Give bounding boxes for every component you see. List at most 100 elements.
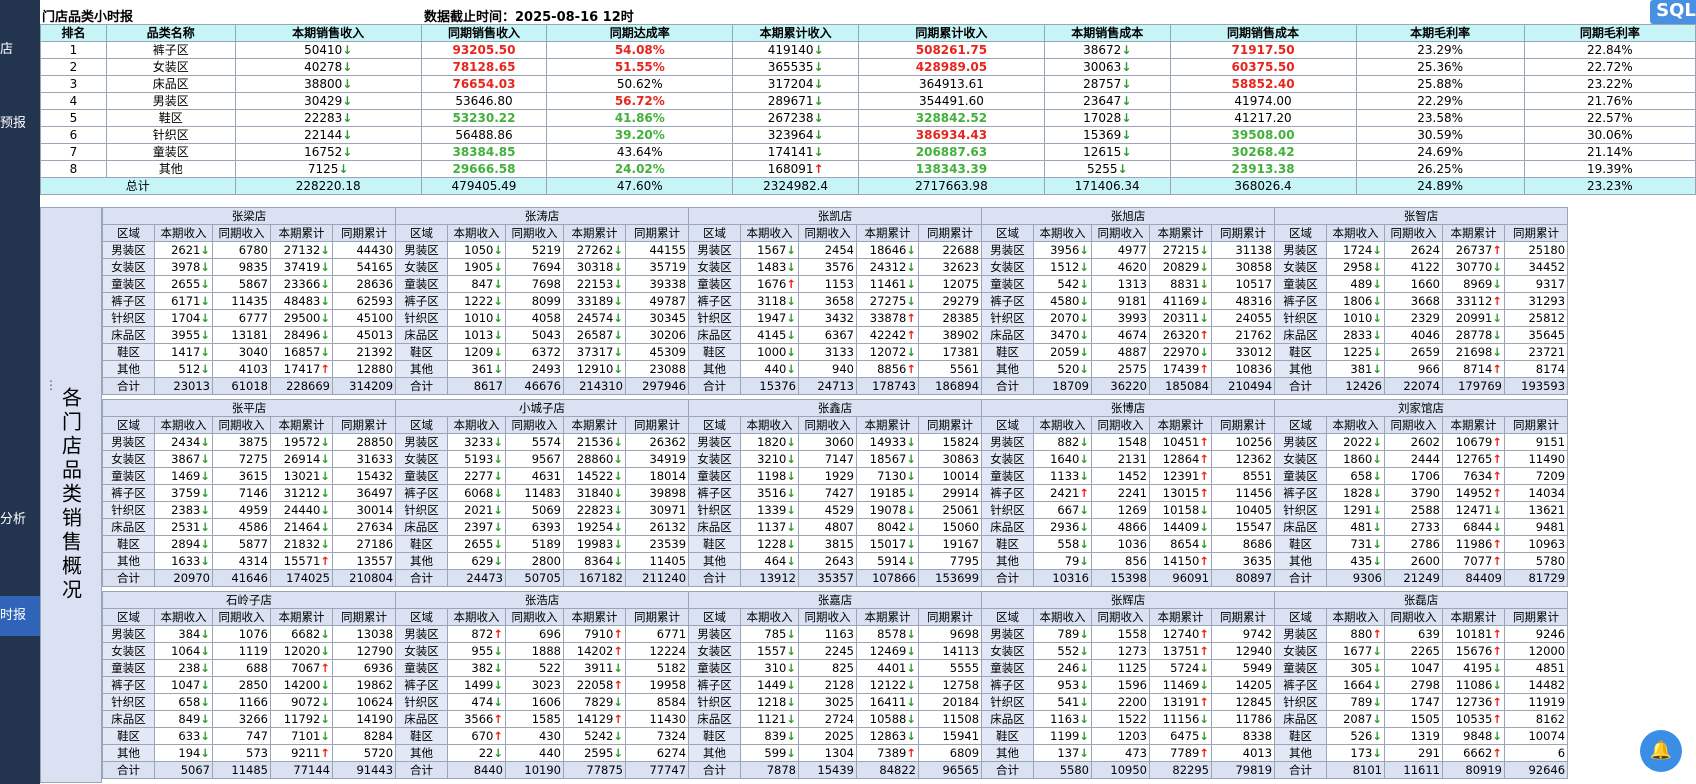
sidebar-item-0[interactable]: 店 <box>0 41 40 59</box>
store-table: 张浩店 区域 本期收入 同期收入 本期累计 同期累计 男装区 872↑ 696 7910↑ 6771… <box>394 591 690 779</box>
cell-value: 174025 <box>286 571 330 585</box>
store-sum-row: 合计 15376 24713 178743 186894 <box>688 377 983 395</box>
cell-value: 鞋区 <box>117 537 140 551</box>
cell-value: 20970 <box>173 571 210 585</box>
arrow-down-icon: ↓ <box>613 362 623 376</box>
arrow-down-icon: ↓ <box>1492 661 1502 675</box>
cell-value: 10517 <box>1235 277 1273 291</box>
cell-value: 785 <box>764 627 787 641</box>
cell-value: 2602 <box>1410 435 1440 449</box>
notification-bell-icon[interactable]: 🔔 <box>1640 730 1682 772</box>
cell-value: 940 <box>832 362 854 376</box>
cell-value: 50.62% <box>616 77 663 91</box>
cell-value: 22283 <box>304 111 343 125</box>
store-row: 女装区 1064↓ 1119 12020↓ 12790 <box>102 642 397 660</box>
cell-value: 4013 <box>1242 746 1273 760</box>
store-row: 男装区 1567↓ 2454 18646↓ 22688 <box>688 241 983 259</box>
store-row: 女装区 5193↓ 9567 28860↓ 34919 <box>395 450 690 468</box>
sql-button[interactable]: SQL <box>1650 0 1696 24</box>
cell-value: 23088 <box>649 362 687 376</box>
cell-value: 女装区 <box>404 260 439 274</box>
store-row: 裤子区 1222↓ 8099 33189↓ 49787 <box>395 292 690 310</box>
cell-value: 185084 <box>1165 379 1209 393</box>
cell-value: 31840 <box>576 486 614 500</box>
summary-col-header[interactable]: 本期销售成本 <box>1044 24 1171 42</box>
cell-value: 1449 <box>757 678 787 692</box>
cell-value: 12471 <box>1455 503 1493 517</box>
arrow-down-icon: ↓ <box>613 311 623 325</box>
cell-value: 1050 <box>464 243 494 257</box>
summary-col-header[interactable]: 排名 <box>40 24 107 42</box>
arrow-down-icon: ↓ <box>613 277 623 291</box>
cell-value: 15017 <box>869 537 907 551</box>
arrow-down-icon: ↓ <box>320 435 330 449</box>
cell-value: 354491.60 <box>918 94 984 108</box>
cell-value: 573 <box>246 746 268 760</box>
sidebar-item-3[interactable]: 时报 <box>0 596 40 636</box>
cell-value: 1153 <box>824 277 854 291</box>
cell-value: 22823 <box>576 503 614 517</box>
cell-value: 26132 <box>649 520 687 534</box>
summary-col-header[interactable]: 本期累计收入 <box>732 24 859 42</box>
store-row: 裤子区 953↓ 1596 11469↓ 14205 <box>981 676 1276 694</box>
cell-value: 12765 <box>1455 452 1493 466</box>
summary-row: 4 男装区 30429↓ 53646.80 56.72% 289671↓ 354491.60… <box>40 92 1696 110</box>
cell-value: 78128.65 <box>452 60 516 74</box>
cell-value: 9072 <box>291 695 321 709</box>
cell-value: 27186 <box>356 537 394 551</box>
store-col-header: 同期累计 <box>624 416 690 434</box>
arrow-down-icon: ↓ <box>1372 503 1382 517</box>
arrow-down-icon: ↓ <box>1372 435 1382 449</box>
cell-value: 10963 <box>1528 537 1566 551</box>
arrow-down-icon: ↓ <box>342 94 353 108</box>
arrow-down-icon: ↓ <box>1121 77 1132 91</box>
cell-value: 1163 <box>824 627 854 641</box>
summary-row: 1 裤子区 50410↓ 93205.50 54.08% 419140↓ 508261.75… <box>40 41 1696 59</box>
store-row: 男装区 2022↓ 2602 10679↑ 9151 <box>1274 433 1569 451</box>
cell-value: 鞋区 <box>117 345 140 359</box>
cell-value: 41646 <box>231 571 268 585</box>
store-row: 针织区 1704↓ 6777 29500↓ 45100 <box>102 309 397 327</box>
store-row: 针织区 1947↓ 3432 33878↑ 28385 <box>688 309 983 327</box>
sidebar-item-2[interactable]: 分析 <box>0 511 40 529</box>
cell-value: 214310 <box>579 379 623 393</box>
cell-value: 193593 <box>1521 379 1566 393</box>
summary-col-header[interactable]: 同期达成率 <box>546 24 734 42</box>
summary-col-header[interactable]: 同期销售收入 <box>420 24 548 42</box>
store-col-header: 同期收入 <box>212 608 271 626</box>
cell-value: 童装区 <box>697 469 732 483</box>
cell-value: 37317 <box>576 345 614 359</box>
summary-col-header[interactable]: 同期销售成本 <box>1169 24 1357 42</box>
store-name: 张智店 <box>1273 207 1569 225</box>
arrow-down-icon: ↓ <box>1492 503 1502 517</box>
sidebar-item-1[interactable]: 预报 <box>0 115 40 133</box>
cell-value: 10014 <box>942 469 980 483</box>
store-name: 张鑫店 <box>687 399 983 417</box>
store-col-header: 区域 <box>102 608 155 626</box>
cell-value: 3233 <box>464 435 494 449</box>
cell-value: 11508 <box>942 712 980 726</box>
cell-value: 28860 <box>576 452 614 466</box>
cell-value: 1888 <box>531 644 561 658</box>
summary-col-header[interactable]: 本期毛利率 <box>1355 24 1525 42</box>
store-table: 张智店 区域 本期收入 同期收入 本期累计 同期累计 男装区 1724↓ 2624 26737↑ 2… <box>1273 207 1569 395</box>
drag-handle-icon[interactable]: ⋮ <box>45 378 57 392</box>
arrow-down-icon: ↓ <box>320 537 330 551</box>
cell-value: 14933 <box>869 435 907 449</box>
cell-value: 1557 <box>757 644 787 658</box>
summary-col-header[interactable]: 同期毛利率 <box>1523 24 1696 42</box>
arrow-down-icon: ↓ <box>200 452 210 466</box>
summary-col-header[interactable]: 品类名称 <box>105 24 236 42</box>
store-name: 张旭店 <box>980 207 1276 225</box>
cell-value: 30318 <box>576 260 614 274</box>
store-row: 男装区 880↑ 639 10181↑ 9246 <box>1274 625 1569 643</box>
store-col-header: 本期收入 <box>154 224 213 242</box>
summary-col-header[interactable]: 本期销售收入 <box>234 24 422 42</box>
store-col-header: 同期累计 <box>1210 608 1276 626</box>
cell-value: 8364 <box>584 554 614 568</box>
arrow-down-icon: ↓ <box>786 435 796 449</box>
summary-col-header[interactable]: 同期累计收入 <box>857 24 1046 42</box>
cell-value: 1469 <box>171 469 201 483</box>
cell-value: 26914 <box>283 452 321 466</box>
cell-value: 179769 <box>1458 379 1502 393</box>
